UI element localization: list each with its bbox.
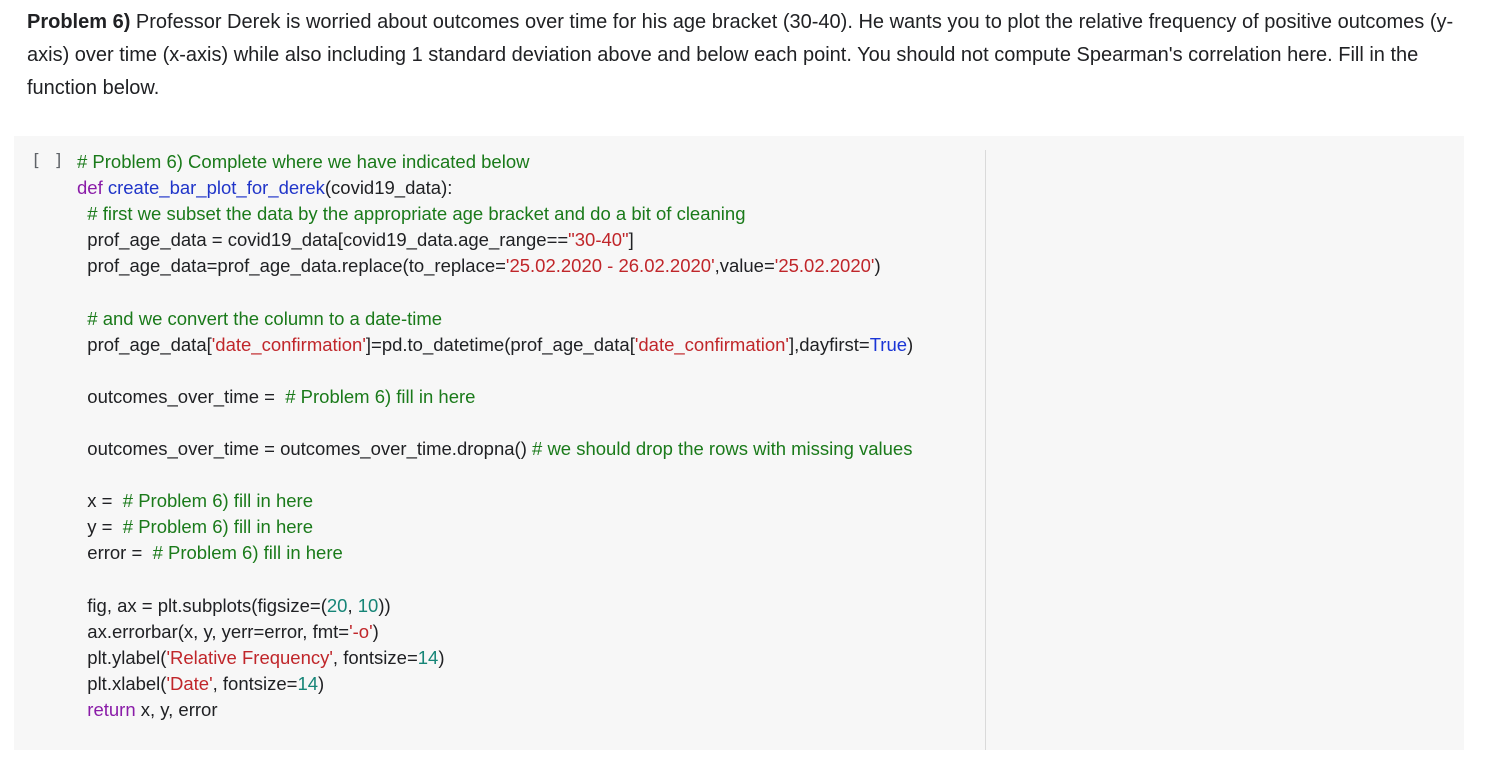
code-line: error = # Problem 6) fill in here (77, 540, 913, 566)
code-token-number: 14 (297, 672, 319, 694)
code-token-plain: ) (372, 620, 379, 642)
code-token-plain: , (347, 594, 358, 616)
code-token-plain: ) (438, 646, 445, 668)
code-token-comment: # Problem 6) fill in here (285, 385, 476, 407)
code-token-comment: # Problem 6) fill in here (152, 542, 343, 564)
code-token-string: 'date_confirmation' (634, 333, 789, 355)
code-token-string: '-o' (349, 620, 373, 642)
code-line: fig, ax = plt.subplots(figsize=(20, 10)) (77, 593, 913, 619)
code-token-plain: outcomes_over_time = outcomes_over_time.… (77, 438, 533, 460)
code-token-plain: (covid19_data): (324, 177, 453, 199)
code-token-plain: ) (318, 672, 325, 694)
line-length-ruler (985, 150, 986, 750)
code-token-plain: ) (874, 255, 881, 277)
code-token-plain: ],dayfirst= (788, 333, 870, 355)
code-token-plain: x = (77, 490, 123, 512)
code-token-plain: error = (77, 542, 153, 564)
code-token-keyword: def (77, 177, 108, 199)
code-line: # and we convert the column to a date-ti… (77, 306, 913, 332)
code-line: return x, y, error (77, 697, 913, 723)
code-token-string: "30-40" (568, 229, 629, 251)
code-token-plain: prof_age_data=prof_age_data.replace(to_r… (77, 255, 506, 277)
code-token-plain: ] (628, 229, 634, 251)
code-token-plain: )) (378, 594, 391, 616)
code-token-comment: # Problem 6) Complete where we have indi… (77, 151, 530, 172)
problem-statement: Problem 6) Professor Derek is worried ab… (27, 6, 1467, 105)
code-token-comment: # and we convert the column to a date-ti… (87, 307, 443, 329)
code-line: # Problem 6) Complete where we have indi… (77, 149, 913, 175)
code-line: plt.ylabel('Relative Frequency', fontsiz… (77, 645, 913, 671)
code-token-string: '25.02.2020 - 26.02.2020' (505, 255, 715, 277)
problem-body: Professor Derek is worried about outcome… (27, 11, 1454, 99)
code-editor[interactable]: # Problem 6) Complete where we have indi… (77, 149, 913, 723)
code-line: x = # Problem 6) fill in here (77, 488, 913, 514)
code-token-plain: ]=pd.to_datetime(prof_age_data[ (365, 333, 635, 355)
code-line: prof_age_data = covid19_data[covid19_dat… (77, 227, 913, 253)
code-token-number: 20 (326, 594, 348, 616)
code-token-number: 10 (357, 594, 379, 616)
code-token-plain: ,value= (714, 255, 775, 277)
code-token-string: 'date_confirmation' (211, 333, 366, 355)
code-line: y = # Problem 6) fill in here (77, 514, 913, 540)
code-token-plain: ) (907, 333, 914, 355)
code-line: prof_age_data=prof_age_data.replace(to_r… (77, 253, 913, 279)
code-token-comment: # we should drop the rows with missing v… (532, 438, 913, 460)
code-token-const: True (869, 333, 908, 355)
code-token-plain: prof_age_data[ (77, 333, 212, 355)
code-token-plain: outcomes_over_time = (77, 385, 286, 407)
code-token-plain: y = (77, 516, 123, 538)
code-token-plain: , fontsize= (332, 646, 418, 668)
code-line: prof_age_data['date_confirmation']=pd.to… (77, 332, 913, 358)
code-token-string: 'Relative Frequency' (166, 646, 333, 668)
code-cell[interactable]: [ ] # Problem 6) Complete where we have … (14, 136, 1464, 750)
code-token-string: 'Date' (166, 672, 213, 694)
code-token-plain: prof_age_data = covid19_data[covid19_dat… (77, 229, 569, 251)
code-line: outcomes_over_time = outcomes_over_time.… (77, 436, 913, 462)
code-token-comment: # Problem 6) fill in here (122, 490, 313, 512)
code-line: def create_bar_plot_for_derek(covid19_da… (77, 175, 913, 201)
code-token-plain: plt.xlabel( (77, 672, 167, 694)
code-token-string: '25.02.2020' (774, 255, 875, 277)
run-cell-prompt[interactable]: [ ] (31, 151, 65, 171)
code-token-plain: fig, ax = plt.subplots(figsize=( (77, 594, 327, 616)
code-line: outcomes_over_time = # Problem 6) fill i… (77, 384, 913, 410)
code-line: plt.xlabel('Date', fontsize=14) (77, 671, 913, 697)
code-token-comment: # first we subset the data by the approp… (87, 203, 746, 225)
code-token-plain: , fontsize= (212, 672, 298, 694)
code-token-number: 14 (417, 646, 439, 668)
code-token-plain: x, y, error (135, 698, 218, 720)
code-token-plain: plt.ylabel( (77, 646, 167, 668)
code-line: ax.errorbar(x, y, yerr=error, fmt='-o') (77, 619, 913, 645)
problem-label: Problem 6) (27, 11, 131, 33)
code-token-keyword: return (87, 698, 136, 720)
code-token-comment: # Problem 6) fill in here (122, 516, 313, 538)
code-line: # first we subset the data by the approp… (77, 201, 913, 227)
code-token-plain: ax.errorbar(x, y, yerr=error, fmt= (77, 620, 350, 642)
code-token-fn: create_bar_plot_for_derek (107, 177, 325, 199)
